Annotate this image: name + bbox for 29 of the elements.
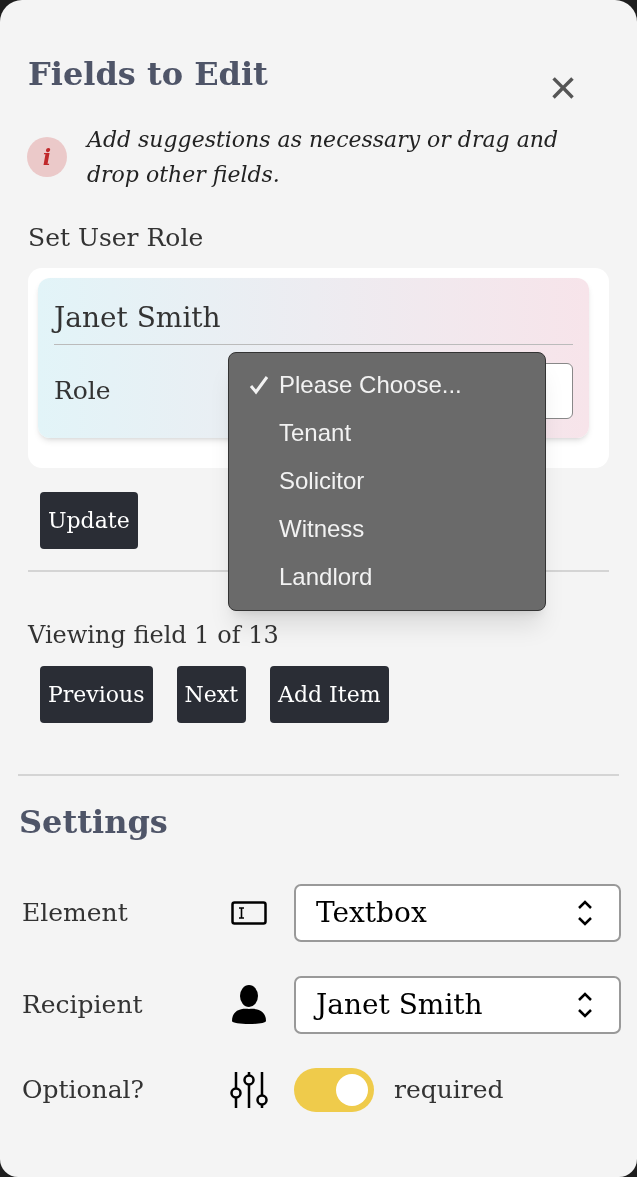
chevron-icon [577,898,593,928]
setting-label: Element [22,897,129,930]
section-heading: Set User Role [27,222,205,254]
info-text: Add suggestions as necessary or drag and drop other fields. [87,126,560,189]
status-text: Viewing field 1 of 13 [26,620,280,650]
select-field[interactable]: Textbox [294,884,621,942]
nav-button[interactable]: Add Item [270,666,389,723]
update-button[interactable]: Update [40,492,138,549]
sliders-icon [230,1071,268,1109]
toggle-switch[interactable] [294,1068,374,1112]
textbox-icon [231,901,267,925]
menu-option[interactable]: Please Choose... [229,361,545,409]
info-icon: i [27,137,67,177]
panel-title: Fields to Edit [28,54,268,95]
menu-option[interactable]: Solicitor [229,457,545,505]
menu-option[interactable]: Witness [229,505,545,553]
toggle-label: required [394,1074,504,1107]
setting-label: Recipient [22,989,144,1022]
nav-button[interactable]: Next [176,666,247,723]
close-button[interactable]: × [548,64,577,112]
person-icon [232,985,266,1025]
nav-button[interactable]: Previous [40,666,153,723]
select-field[interactable]: Janet Smith [294,976,621,1034]
menu-option[interactable]: Landlord [229,553,545,601]
setting-label: Optional? [22,1074,145,1107]
section-heading: Settings [18,802,169,843]
menu-option[interactable]: Tenant [229,409,545,457]
role-label: Role [54,375,111,408]
chevron-icon [577,990,593,1020]
